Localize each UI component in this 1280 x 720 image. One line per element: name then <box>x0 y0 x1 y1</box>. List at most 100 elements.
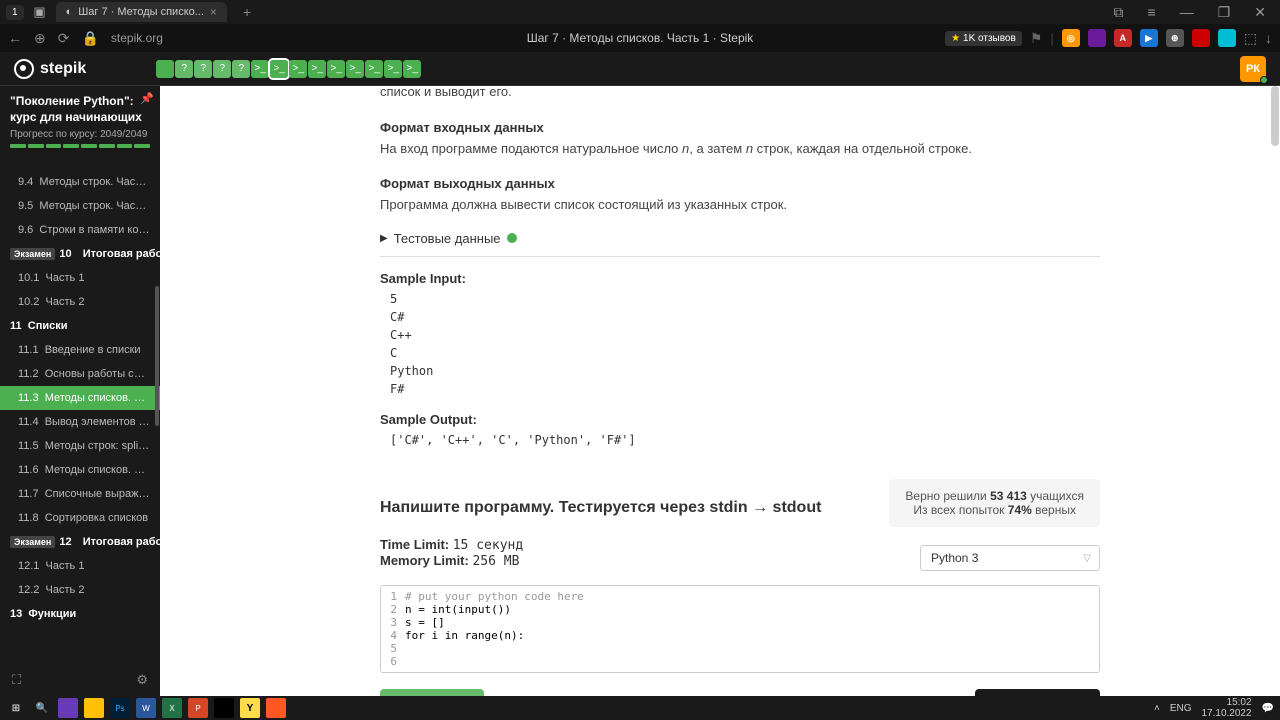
submit-button[interactable]: Отправить <box>380 689 484 697</box>
rating-badge[interactable]: ★ 1K отзывов <box>945 31 1022 46</box>
nav-item-11-6[interactable]: 11.6 Методы списков. Час... <box>0 458 160 482</box>
code-editor[interactable]: 1# put your python code here 2n = int(in… <box>380 585 1100 673</box>
step-9[interactable]: >_ <box>308 60 326 78</box>
nav-item-11-3[interactable]: 11.3 Методы списков. Час... <box>0 386 160 410</box>
nav-item-11-8[interactable]: 11.8 Сортировка списков <box>0 506 160 530</box>
partial-text: список и выводит его. <box>380 86 1100 102</box>
input-format-text: На вход программе подаются натуральное ч… <box>380 139 1100 159</box>
taskbar-excel[interactable]: X <box>162 698 182 718</box>
nav-item-12-2[interactable]: 12.2 Часть 2 <box>0 578 160 602</box>
nav-item-9-6[interactable]: 9.6 Строки в памяти комп... <box>0 218 160 242</box>
tray-notifications-icon[interactable]: 💬 <box>1262 703 1274 714</box>
downloads-icon[interactable]: ↓ <box>1265 30 1272 46</box>
taskbar-photoshop[interactable]: Ps <box>110 698 130 718</box>
search-icon[interactable]: 🔍 <box>32 698 52 718</box>
step-1[interactable] <box>156 60 174 78</box>
sidebar: 📌 "Поколение Python": курс для начинающи… <box>0 86 160 696</box>
nav-item-11-4[interactable]: 11.4 Вывод элементов спи... <box>0 410 160 434</box>
progress-bar <box>10 144 150 148</box>
nav-item-11-2[interactable]: 11.2 Основы работы со сп... <box>0 362 160 386</box>
tray-clock[interactable]: 15:02 17.10.2022 <box>1201 697 1251 719</box>
test-data-toggle[interactable]: ▶ Тестовые данные <box>380 231 1100 246</box>
ext-icon-2[interactable] <box>1088 29 1106 47</box>
step-6[interactable]: >_ <box>251 60 269 78</box>
step-12[interactable]: >_ <box>365 60 383 78</box>
restore-icon[interactable]: ❐ <box>1212 2 1237 23</box>
browser-tab[interactable]: ◐ Шаг 7 · Методы списко... × <box>56 2 227 22</box>
user-avatar[interactable]: РК <box>1240 56 1266 82</box>
tray-chevron-icon[interactable]: ˄ <box>1154 703 1160 714</box>
start-button[interactable]: ⊞ <box>6 698 26 718</box>
close-tab-icon[interactable]: × <box>210 5 217 19</box>
output-format-title: Формат выходных данных <box>380 176 1100 191</box>
sample-input-code: 5 C# C++ C Python F# <box>390 290 1100 398</box>
step-8[interactable]: >_ <box>289 60 307 78</box>
new-tab-button[interactable]: + <box>243 4 251 20</box>
bookmark-icon[interactable]: ⚑ <box>1030 30 1043 47</box>
output-format-text: Программа должна вывести список состоящи… <box>380 195 1100 215</box>
taskbar-app-2[interactable]: ◆ <box>214 698 234 718</box>
star-icon: ★ <box>951 33 960 44</box>
caret-icon: ▶ <box>380 233 388 244</box>
nav-item-11-7[interactable]: 11.7 Списочные выражения <box>0 482 160 506</box>
tab-favicon: ◐ <box>66 6 73 18</box>
minimize-icon[interactable]: — <box>1174 2 1200 23</box>
ext-icon-1[interactable]: ◎ <box>1062 29 1080 47</box>
step-2[interactable]: ? <box>175 60 193 78</box>
shield-icon[interactable]: ⊕ <box>34 30 46 47</box>
content-area: список и выводит его. Формат входных дан… <box>160 86 1280 696</box>
close-window-icon[interactable]: ✕ <box>1248 2 1272 23</box>
nav-section-10[interactable]: Экзамен 10 Итоговая работ... <box>0 242 160 266</box>
taskbar-yandex[interactable]: Y <box>240 698 260 718</box>
back-button[interactable]: ← <box>8 30 22 46</box>
reload-button[interactable]: ⟳ <box>58 30 70 47</box>
ext-icon-6[interactable] <box>1192 29 1210 47</box>
step-11[interactable]: >_ <box>346 60 364 78</box>
stepik-logo[interactable]: stepik <box>14 59 86 79</box>
sidebar-scrollbar[interactable] <box>155 286 159 426</box>
ext-icon-7[interactable] <box>1218 29 1236 47</box>
nav-item-10-1[interactable]: 10.1 Часть 1 <box>0 266 160 290</box>
step-7-current[interactable]: >_ <box>270 60 288 78</box>
fullscreen-icon[interactable]: ⛶ <box>12 672 21 688</box>
taskbar-word[interactable]: W <box>136 698 156 718</box>
pin-icon[interactable]: 📌 <box>140 92 154 105</box>
nav-section-12[interactable]: Экзамен 12 Итоговая работ... <box>0 530 160 554</box>
taskbar-powerpoint[interactable]: P <box>188 698 208 718</box>
collections-icon[interactable]: ⬚ <box>1244 30 1257 47</box>
nav-item-9-5[interactable]: 9.5 Методы строк. Часть 3 <box>0 194 160 218</box>
settings-icon[interactable]: ⚙ <box>136 672 148 688</box>
step-10[interactable]: >_ <box>327 60 345 78</box>
step-4[interactable]: ? <box>213 60 231 78</box>
step-5[interactable]: ? <box>232 60 250 78</box>
step-3[interactable]: ? <box>194 60 212 78</box>
url-text[interactable]: stepik.org <box>111 31 163 45</box>
logo-icon <box>14 59 34 79</box>
menu-icon[interactable]: ≡ <box>1142 2 1162 23</box>
nav-item-9-4[interactable]: 9.4 Методы строк. Часть 2 <box>0 170 160 194</box>
step-14[interactable]: >_ <box>403 60 421 78</box>
tray-lang[interactable]: ENG <box>1170 703 1192 714</box>
nav-section-13[interactable]: 13 Функции <box>0 602 160 626</box>
taskbar-explorer[interactable] <box>84 698 104 718</box>
tab-title: Шаг 7 · Методы списко... <box>78 6 204 18</box>
nav-item-11-1[interactable]: 11.1 Введение в списки <box>0 338 160 362</box>
pip-icon[interactable]: ⧉ <box>1108 2 1130 23</box>
nav-section-11[interactable]: 11 Списки <box>0 314 160 338</box>
step-13[interactable]: >_ <box>384 60 402 78</box>
tab-count[interactable]: 1 <box>6 5 24 20</box>
ext-icon-3[interactable]: A <box>1114 29 1132 47</box>
taskbar-app-1[interactable] <box>58 698 78 718</box>
lock-icon: 🔒 <box>81 30 98 47</box>
language-select[interactable]: Python 3 ▽ <box>920 545 1100 571</box>
ext-icon-5[interactable]: ⊕ <box>1166 29 1184 47</box>
content-scrollbar[interactable] <box>1271 86 1279 146</box>
run-button[interactable]: Запустить код <box>975 689 1100 697</box>
nav-item-10-2[interactable]: 10.2 Часть 2 <box>0 290 160 314</box>
nav-item-12-1[interactable]: 12.1 Часть 1 <box>0 554 160 578</box>
nav-item-11-5[interactable]: 11.5 Методы строк: split, join <box>0 434 160 458</box>
tabs-icon[interactable]: ▣ <box>32 4 48 20</box>
page-title: Шаг 7 · Методы списков. Часть 1 · Stepik <box>527 31 754 45</box>
taskbar-app-3[interactable] <box>266 698 286 718</box>
ext-icon-4[interactable]: ▶ <box>1140 29 1158 47</box>
